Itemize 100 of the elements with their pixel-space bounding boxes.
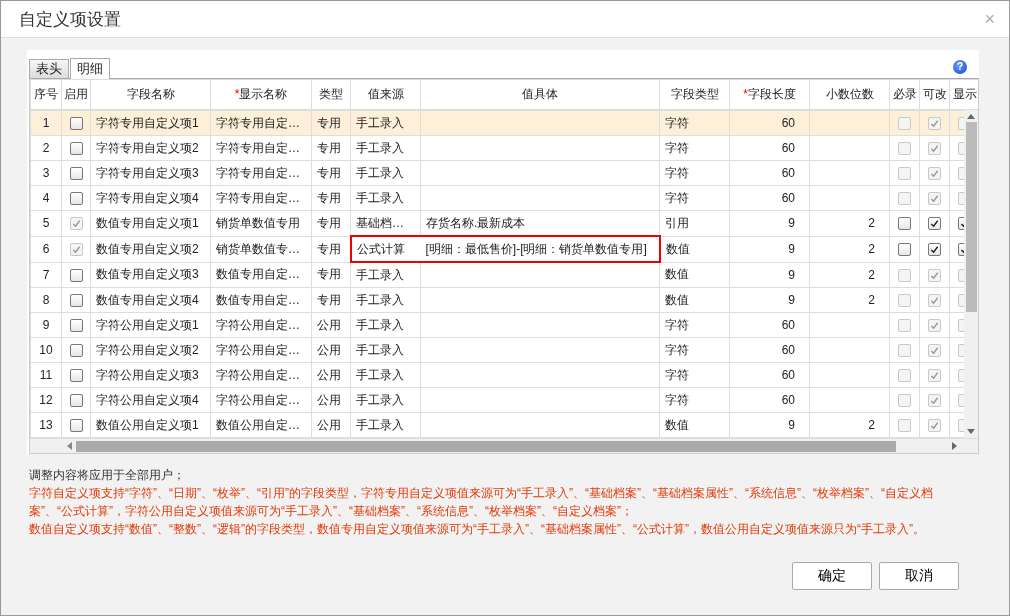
checkbox[interactable] (69, 419, 83, 433)
scroll-left-icon[interactable] (66, 442, 72, 450)
vertical-scrollbar[interactable] (964, 110, 978, 438)
column-header: 字段名称 (90, 79, 211, 110)
table-cell: 2 (809, 236, 890, 262)
checkbox[interactable] (69, 167, 83, 181)
table-cell: 字符专用自定… (210, 110, 312, 136)
checkbox[interactable] (69, 142, 83, 156)
table-cell: 数值 (659, 412, 730, 438)
table-cell: 数值专用自定… (210, 287, 312, 313)
table-cell: 公用 (311, 412, 351, 438)
checkbox[interactable] (69, 117, 83, 131)
table-cell: 字符 (659, 135, 730, 161)
table-cell: 公用 (311, 387, 351, 413)
table-cell: 数值 (659, 262, 730, 288)
table-cell: 手工录入 (350, 362, 421, 388)
column-header: *字段长度 (729, 79, 810, 110)
table-cell: 字符公用自定义项1 (90, 312, 211, 338)
checkbox[interactable] (898, 243, 911, 257)
table-cell: 字符 (659, 387, 730, 413)
table-cell: 9 (729, 412, 810, 438)
table-cell: 字符 (659, 362, 730, 388)
table-cell: 60 (729, 337, 810, 363)
table-cell: [明细：最低售价]-[明细：销货单数值专用] (420, 236, 660, 262)
table-cell: 60 (729, 110, 810, 136)
tab[interactable]: 表头 (29, 59, 69, 78)
row-number: 8 (30, 287, 62, 313)
table-cell: 公用 (311, 312, 351, 338)
column-header: 字段类型 (659, 79, 730, 110)
column-header: 值具体 (420, 79, 660, 110)
table-cell: 2 (809, 262, 890, 288)
table-cell: 字符专用自定… (210, 135, 312, 161)
table-cell: 字符 (659, 110, 730, 136)
checkbox[interactable] (69, 369, 83, 383)
row-number: 4 (30, 185, 62, 211)
table-cell: 字符公用自定义项2 (90, 337, 211, 363)
row-number: 12 (30, 387, 62, 413)
note-text: 调整内容将应用于全部用户； (29, 467, 186, 484)
table-cell: 2 (809, 287, 890, 313)
row-number: 6 (30, 236, 62, 262)
table-cell: 公用 (311, 362, 351, 388)
table-cell: 60 (729, 185, 810, 211)
note-text: 数值自定义项支持“数值”、“整数”、“逻辑”的字段类型，数值专用自定义项值来源可为“手工录入”、“基础档案属性”、“公式计算”，数值公用自定义项值来源只为“手工录入”。 (29, 521, 926, 538)
column-header: 值来源 (350, 79, 421, 110)
table-cell: 手工录入 (350, 160, 421, 186)
table-cell: 9 (729, 287, 810, 313)
scroll-down-icon[interactable] (967, 429, 975, 435)
table-cell: 60 (729, 160, 810, 186)
dialog-button[interactable]: 取消 (879, 562, 959, 590)
row-number: 1 (30, 110, 62, 136)
table-cell: 字符专用自定义项2 (90, 135, 211, 161)
column-header: 可改 (919, 79, 950, 110)
table-cell: 字符专用自定义项3 (90, 160, 211, 186)
table-cell: 9 (729, 210, 810, 236)
row-number: 11 (30, 362, 62, 388)
table-cell: 字符公用自定… (210, 387, 312, 413)
table-cell: 数值专用自定义项3 (90, 262, 211, 288)
horizontal-scrollbar[interactable] (30, 438, 978, 453)
checkbox[interactable] (928, 217, 941, 231)
checkbox[interactable] (69, 192, 83, 206)
table-cell: 字符 (659, 337, 730, 363)
table-cell: 2 (809, 412, 890, 438)
checkbox[interactable] (69, 294, 83, 308)
column-header: 必录 (889, 79, 920, 110)
table-cell: 专用 (311, 287, 351, 313)
table-cell: 60 (729, 362, 810, 388)
table-cell: 字符公用自定… (210, 312, 312, 338)
table-cell: 60 (729, 387, 810, 413)
table-cell: 字符专用自定… (210, 185, 312, 211)
row-number: 2 (30, 135, 62, 161)
table-cell: 9 (729, 262, 810, 288)
checkbox[interactable] (69, 344, 83, 358)
scroll-up-icon[interactable] (967, 113, 975, 119)
column-header: 启用 (61, 79, 91, 110)
table-cell: 2 (809, 210, 890, 236)
table-cell: 专用 (311, 135, 351, 161)
table-cell: 公式计算 (350, 236, 421, 262)
table-cell: 手工录入 (350, 135, 421, 161)
table-cell: 销货单数值专用 (210, 210, 312, 236)
row-number: 7 (30, 262, 62, 288)
table-cell: 公用 (311, 337, 351, 363)
row-number: 10 (30, 337, 62, 363)
table-cell: 60 (729, 135, 810, 161)
tab[interactable]: 明细 (70, 58, 110, 79)
dialog-button[interactable]: 确定 (792, 562, 872, 590)
checkbox[interactable] (928, 243, 941, 257)
table-cell: 字符专用自定义项1 (90, 110, 211, 136)
table-cell: 手工录入 (350, 387, 421, 413)
checkbox[interactable] (69, 319, 83, 333)
table-cell: 字符专用自定义项4 (90, 185, 211, 211)
column-header: 小数位数 (809, 79, 890, 110)
table-cell: 字符公用自定义项3 (90, 362, 211, 388)
table-cell: 专用 (311, 210, 351, 236)
checkbox[interactable] (69, 394, 83, 408)
scroll-right-icon[interactable] (952, 442, 958, 450)
table-cell: 专用 (311, 185, 351, 211)
table-cell: 数值专用自定义项4 (90, 287, 211, 313)
table-cell: 数值专用自定义项2 (90, 236, 211, 262)
checkbox[interactable] (69, 268, 83, 282)
checkbox[interactable] (898, 217, 911, 231)
